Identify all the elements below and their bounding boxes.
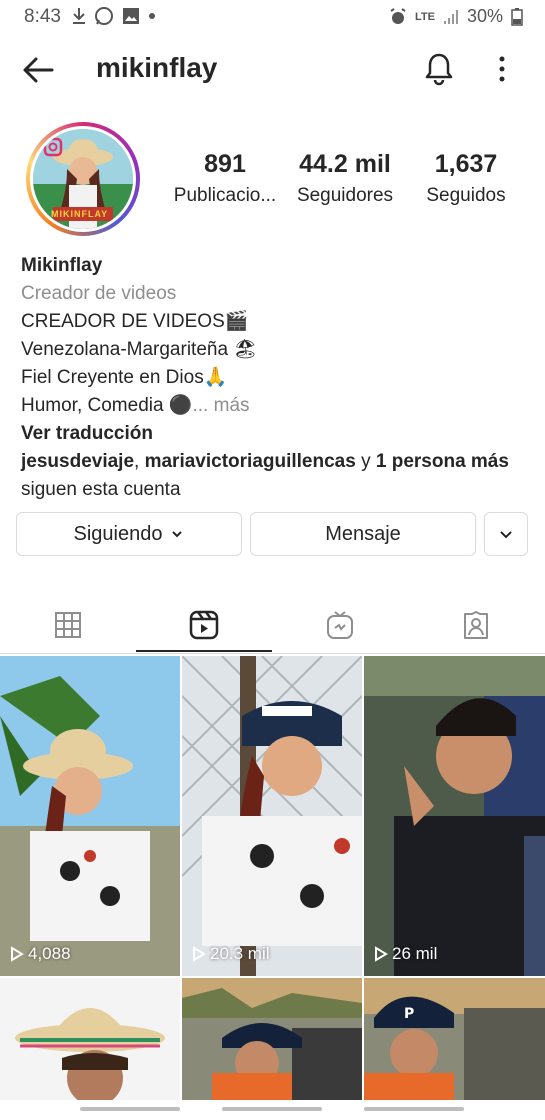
reel-views: 4,088 <box>10 944 71 964</box>
followed-by-suffix: siguen esta cuenta <box>21 479 181 500</box>
play-icon <box>375 946 388 962</box>
stat-following-label: Seguidos <box>426 185 506 206</box>
followed-by: jesusdeviaje, mariavictoriaguillencas y … <box>21 448 531 476</box>
svg-text:P: P <box>404 1006 414 1022</box>
profile-bio: Mikinflay Creador de videos CREADOR DE V… <box>21 252 531 504</box>
stat-followers-value: 44.2 mil <box>299 150 391 178</box>
profile-avatar[interactable]: MIKINFLAY <box>26 122 140 236</box>
more-options-icon[interactable] <box>494 54 510 84</box>
alarm-icon <box>390 7 406 24</box>
suggested-accounts-button[interactable] <box>484 512 528 556</box>
bio-line-1: CREADOR DE VIDEOS🎬 <box>21 311 249 332</box>
avatar-logo-text: MIKINFLAY <box>51 209 109 219</box>
reel-views: 20.3 mil <box>192 944 270 964</box>
profile-username: mikinflay <box>96 52 218 83</box>
system-icons: LTE 30% <box>389 6 523 27</box>
message-button[interactable]: Mensaje <box>250 512 476 556</box>
battery-label: 30% <box>466 6 503 26</box>
play-icon <box>193 946 206 962</box>
grid-icon <box>55 612 81 638</box>
comma: , <box>134 451 145 472</box>
stat-posts-value: 891 <box>204 150 246 178</box>
follower-link-1[interactable]: jesusdeviaje <box>21 451 134 472</box>
download-icon <box>73 8 85 24</box>
follower-more-link[interactable]: 1 persona más <box>376 451 509 472</box>
reels-icon <box>189 610 219 640</box>
reel-views: 26 mil <box>374 944 437 964</box>
igtv-icon <box>327 611 353 639</box>
bio-line-3: Fiel Creyente en Dios🙏 <box>21 367 228 388</box>
stat-following[interactable]: 1,637 Seguidos <box>416 150 516 207</box>
profile-header: mikinflay <box>0 40 545 100</box>
reel-image <box>182 978 362 1100</box>
tab-tagged[interactable] <box>408 596 544 654</box>
tagged-person-icon <box>464 611 488 639</box>
chevron-down-icon <box>172 531 183 538</box>
gallery-icon <box>123 8 139 24</box>
avatar-image: MIKINFLAY <box>33 129 133 229</box>
network-label: LTE <box>415 10 435 23</box>
play-icon <box>11 946 24 962</box>
back-arrow-icon[interactable] <box>20 52 56 88</box>
tab-grid[interactable] <box>0 596 136 654</box>
stat-following-value: 1,637 <box>434 150 498 178</box>
stat-followers-label: Seguidores <box>296 185 394 206</box>
dot-icon <box>149 13 155 19</box>
nav-pill <box>80 1107 180 1111</box>
profile-category: Creador de videos <box>21 283 177 304</box>
reel-thumbnail[interactable]: 4,088 <box>0 656 180 976</box>
status-bar: 8:43 LTE 30% <box>0 0 545 34</box>
followed-by-and: y <box>361 451 371 472</box>
reel-image: P <box>364 978 545 1100</box>
tabs-divider <box>0 653 545 654</box>
bio-more-link[interactable]: ... más <box>193 395 250 416</box>
signal-icon <box>443 9 458 24</box>
bio-line-4: Humor, Comedia ⚫... más <box>21 392 531 420</box>
following-label: Siguiendo <box>73 522 163 545</box>
reel-thumbnail[interactable]: 20.3 mil <box>182 656 362 976</box>
profile-display-name: Mikinflay <box>21 255 103 276</box>
reel-thumbnail[interactable] <box>182 978 362 1100</box>
reel-thumbnail[interactable] <box>0 978 180 1100</box>
status-time: 8:43 <box>24 6 61 27</box>
profile-tabs <box>0 596 545 654</box>
reel-image <box>364 656 545 976</box>
translate-link[interactable]: Ver traducción <box>21 420 531 448</box>
reel-views-count: 20.3 mil <box>210 944 270 963</box>
reel-views-count: 26 mil <box>392 944 438 963</box>
tab-reels[interactable] <box>136 596 272 654</box>
active-tab-indicator <box>136 650 272 652</box>
stat-posts-label: Publicacio... <box>173 185 277 206</box>
bell-icon[interactable] <box>424 52 454 86</box>
tab-igtv[interactable] <box>272 596 408 654</box>
chevron-down-icon <box>500 531 512 539</box>
follower-link-2[interactable]: mariavictoriaguillencas <box>145 451 356 472</box>
nav-pill <box>364 1107 464 1111</box>
bio-line-4-text: Humor, Comedia ⚫ <box>21 395 193 416</box>
message-label: Mensaje <box>325 522 401 545</box>
nav-pill <box>222 1107 322 1111</box>
notification-icons <box>72 6 156 26</box>
reel-thumbnail[interactable]: P <box>364 978 545 1100</box>
reel-image <box>0 978 180 1100</box>
whatsapp-icon <box>95 7 113 25</box>
stat-posts[interactable]: 891 Publicacio... <box>166 150 284 207</box>
stat-followers[interactable]: 44.2 mil Seguidores <box>290 150 400 207</box>
reel-views-count: 4,088 <box>28 944 71 963</box>
bio-line-2: Venezolana-Margariteña 🏖 <box>21 339 258 360</box>
reel-image <box>0 656 180 976</box>
following-button[interactable]: Siguiendo <box>16 512 242 556</box>
battery-icon <box>511 7 523 26</box>
reel-image <box>182 656 362 976</box>
reel-thumbnail[interactable]: 26 mil <box>364 656 545 976</box>
